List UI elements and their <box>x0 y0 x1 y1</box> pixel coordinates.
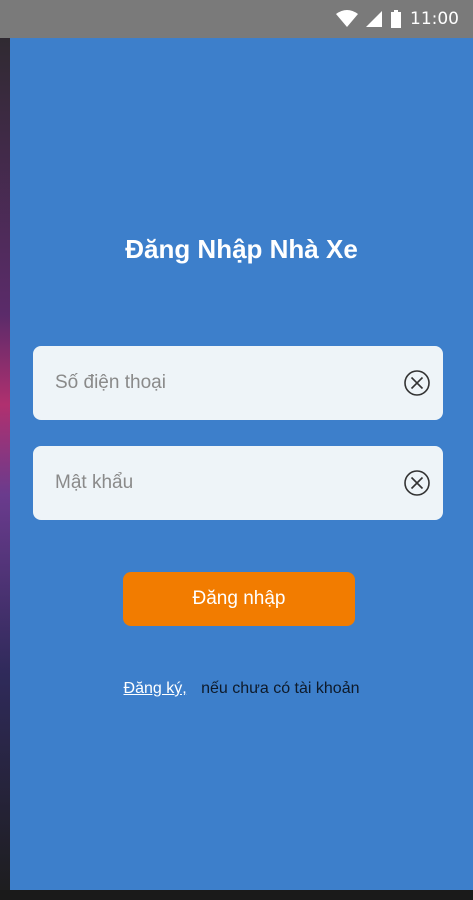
register-link[interactable]: Đăng ký, <box>124 680 187 697</box>
signal-icon <box>366 11 382 27</box>
wallpaper-edge <box>0 0 10 900</box>
password-field <box>33 446 443 520</box>
login-button[interactable]: Đăng nhập <box>123 572 355 626</box>
register-hint: nếu chưa có tài khoản <box>201 680 360 697</box>
clear-icon[interactable] <box>403 369 431 397</box>
login-screen: Đăng Nhập Nhà Xe Đăng nhập Đăng ký, nếu … <box>10 38 473 890</box>
phone-field <box>33 346 443 420</box>
clear-icon[interactable] <box>403 469 431 497</box>
register-row: Đăng ký, nếu chưa có tài khoản <box>10 680 473 698</box>
password-input[interactable] <box>53 471 403 495</box>
wifi-icon <box>336 10 358 28</box>
status-bar: 11:00 <box>0 0 473 38</box>
bottom-bar <box>0 890 473 900</box>
battery-icon <box>390 10 402 28</box>
phone-input[interactable] <box>53 371 403 395</box>
clock: 11:00 <box>410 9 459 29</box>
page-title: Đăng Nhập Nhà Xe <box>125 234 358 264</box>
